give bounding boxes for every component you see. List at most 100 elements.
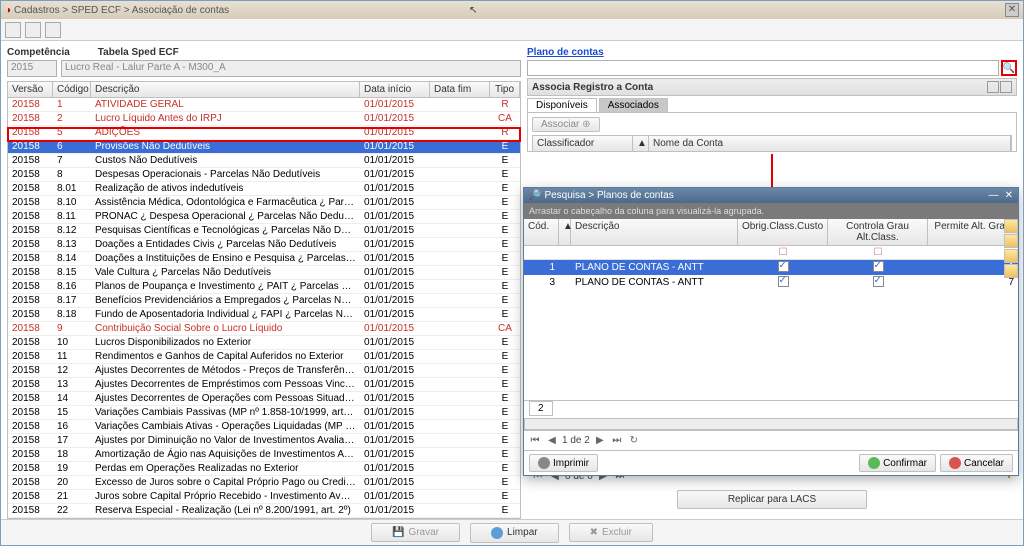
table-row[interactable]: 201582Lucro Líquido Antes do IRPJ01/01/2… [8,112,520,126]
competencia-label: Competência [7,47,70,58]
sort-icon[interactable]: ▲ [633,136,649,151]
grid-header: Versão Código Descrição Data início Data… [7,81,521,98]
hdr-data-inicio[interactable]: Data início [360,82,430,97]
table-row[interactable]: 2015821Juros sobre Capital Próprio Receb… [8,490,520,504]
hdr-data-fim[interactable]: Data fim [430,82,490,97]
modal-side-icons [1004,219,1018,278]
mpager-refresh[interactable]: ↻ [627,434,641,448]
modal-grid-body[interactable]: 1PLANO DE CONTAS - ANTT13PLANO DE CONTAS… [524,260,1018,400]
mpager-prev[interactable]: ◀ [545,434,559,448]
table-row[interactable]: 201589Contribuição Social Sobre o Lucro … [8,322,520,336]
tool-icon-2[interactable] [25,22,41,38]
modal-search-icon: 🔎 [529,190,541,201]
table-row[interactable]: 201588.01Realização de ativos indedutíve… [8,182,520,196]
table-row[interactable]: 201588.11PRONAC ¿ Despesa Operacional ¿ … [8,210,520,224]
plano-link[interactable]: Plano de contas [527,47,1017,58]
associa-panel-title: Associa Registro a Conta [527,78,1017,96]
save-icon: 💾 [392,527,404,538]
m-hdr-ctrl[interactable]: Controla Grau Alt.Class. [828,219,928,245]
print-icon [538,457,550,469]
mpager-next[interactable]: ▶ [593,434,607,448]
table-row[interactable]: 2015819Perdas em Operações Realizadas no… [8,462,520,476]
table-row[interactable]: 201588.12Pesquisas Científicas e Tecnoló… [8,224,520,238]
tab-disponiveis[interactable]: Disponíveis [527,98,597,112]
minus-icon [491,527,503,539]
table-row[interactable]: 2015815Variações Cambiais Passivas (MP n… [8,406,520,420]
cancelar-button[interactable]: Cancelar [940,454,1013,472]
table-row[interactable]: 2015820Excesso de Juros sobre o Capital … [8,476,520,490]
cancel-icon [949,457,961,469]
associa-label: Associa Registro a Conta [532,82,653,93]
hdr-descricao[interactable]: Descrição [91,82,360,97]
panel-icon-1[interactable] [987,81,999,93]
main-toolbar [1,19,1023,41]
table-row[interactable]: 2015813Ajustes Decorrentes de Empréstimo… [8,378,520,392]
table-row[interactable]: 201586Provisões Não Dedutíveis01/01/2015… [8,140,520,154]
table-row[interactable]: 2015816Variações Cambiais Ativas - Opera… [8,420,520,434]
excluir-button[interactable]: ✖Excluir [569,523,653,542]
filter-obg[interactable]: ☐ [738,246,828,259]
table-row[interactable]: 201587Custos Não Dedutíveis01/01/2015E [8,154,520,168]
cursor-icon: ↖ [469,5,477,16]
side-icon-2[interactable] [1004,234,1018,248]
mpager-first[interactable]: ⏮ [528,434,542,448]
table-row[interactable]: 201585ADIÇÕES01/01/2015R [8,126,520,140]
pesquisa-modal: 🔎 Pesquisa > Planos de contas — ✕ Arrast… [523,187,1019,476]
table-row[interactable]: 2015810Lucros Disponibilizados no Exteri… [8,336,520,350]
replicar-button[interactable]: Replicar para LACS [677,490,867,509]
table-row[interactable]: 201588.13Doações a Entidades Civis ¿ Par… [8,238,520,252]
tabela-combo[interactable]: Lucro Real - Lalur Parte A - M300_A [61,60,521,77]
table-row[interactable]: 201588.14Doações a Instituições de Ensin… [8,252,520,266]
plano-search-input[interactable] [527,60,999,76]
table-row[interactable]: 201581ATIVIDADE GERAL01/01/2015R [8,98,520,112]
side-icon-4[interactable] [1004,264,1018,278]
modal-close[interactable]: ✕ [1005,190,1013,201]
tool-icon-3[interactable] [45,22,61,38]
table-row[interactable]: 2015812Ajustes Decorrentes de Métodos - … [8,364,520,378]
limpar-button[interactable]: Limpar [470,523,559,543]
table-row[interactable]: 2015817Ajustes por Diminuição no Valor d… [8,434,520,448]
gravar-button[interactable]: 💾Gravar [371,523,460,542]
side-icon-1[interactable] [1004,219,1018,233]
tab-associados[interactable]: Associados [599,98,668,112]
table-row[interactable]: 2015822Reserva Especial - Realização (Le… [8,504,520,518]
table-row[interactable]: 201588.10Assistência Médica, Odontológic… [8,196,520,210]
filter-ctrl[interactable]: ☐ [828,246,928,259]
modal-minimize[interactable]: — [989,190,999,201]
competencia-combo[interactable]: 2015 [7,60,57,77]
modal-row[interactable]: 1PLANO DE CONTAS - ANTT1 [524,260,1018,275]
m-hdr-cod[interactable]: Cód. [524,219,559,245]
panel-icon-2[interactable] [1000,81,1012,93]
m-hdr-desc[interactable]: Descrição [571,219,738,245]
confirmar-button[interactable]: Confirmar [859,454,936,472]
app-icon: ◑ [5,5,11,16]
modal-title-text: Pesquisa > Planos de contas [544,190,673,201]
close-button[interactable]: ✕ [1005,3,1019,17]
plus-icon: ⊕ [582,119,590,130]
table-row[interactable]: 2015818Amortização de Ágio nas Aquisiçõe… [8,448,520,462]
table-row[interactable]: 201588.16Planos de Poupança e Investimen… [8,280,520,294]
hdr-tipo[interactable]: Tipo [490,82,520,97]
hdr-nome-conta[interactable]: Nome da Conta [649,136,1011,151]
hdr-versao[interactable]: Versão [8,82,53,97]
associar-button[interactable]: Associar ⊕ [532,117,600,132]
search-icon[interactable]: 🔍 [1003,63,1015,74]
imprimir-button[interactable]: Imprimir [529,454,598,472]
table-row[interactable]: 201588.18Fundo de Aposentadoria Individu… [8,308,520,322]
side-icon-3[interactable] [1004,249,1018,263]
hdr-codigo[interactable]: Código [53,82,91,97]
table-row[interactable]: 201588.17Benefícios Previdenciários a Em… [8,294,520,308]
window-title: Cadastros > SPED ECF > Associação de con… [14,5,229,16]
group-hint: Arrastar o cabeçalho da coluna para visu… [524,203,1018,219]
table-row[interactable]: 2015814Ajustes Decorrentes de Operações … [8,392,520,406]
m-hdr-obg[interactable]: Obrig.Class.Custo [738,219,828,245]
modal-hscroll[interactable] [524,418,1018,430]
table-row[interactable]: 201588.15Vale Cultura ¿ Parcelas Não Ded… [8,266,520,280]
modal-row[interactable]: 3PLANO DE CONTAS - ANTT7 [524,275,1018,290]
mpager-last[interactable]: ⏭ [610,434,624,448]
grid-body[interactable]: 201581ATIVIDADE GERAL01/01/2015R201582Lu… [7,98,521,519]
tool-icon-1[interactable] [5,22,21,38]
hdr-classificador[interactable]: Classificador [533,136,633,151]
table-row[interactable]: 2015811Rendimentos e Ganhos de Capital A… [8,350,520,364]
table-row[interactable]: 201588Despesas Operacionais - Parcelas N… [8,168,520,182]
